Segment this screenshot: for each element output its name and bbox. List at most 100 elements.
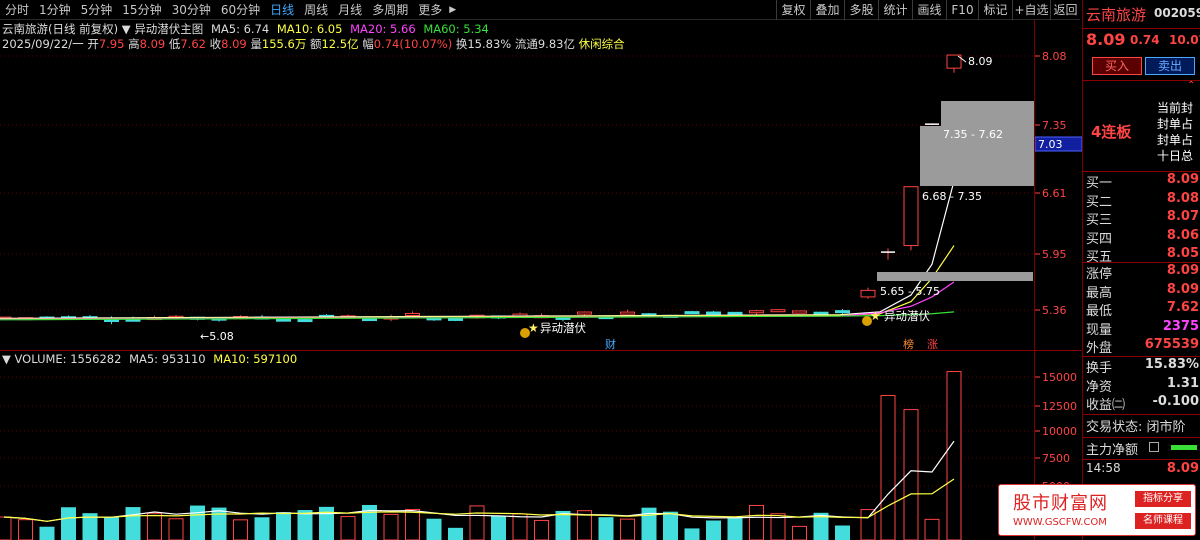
volume-chart[interactable]: 15000125001000075005000 xyxy=(0,350,1082,540)
volume-bar xyxy=(61,507,76,540)
quote-row: 最高 8.09 xyxy=(1083,282,1200,301)
min-price-label: ←5.08 xyxy=(200,330,234,343)
ma10-line xyxy=(0,245,955,320)
volume-bar xyxy=(727,518,743,540)
ma20-line xyxy=(0,281,955,320)
quote-row: 买二 8.08 xyxy=(1083,191,1200,210)
divider xyxy=(1083,459,1200,460)
candle-body xyxy=(405,312,420,316)
overlay-button[interactable]: 叠加 xyxy=(810,0,844,20)
quote-row-value: 8.09 xyxy=(1166,172,1199,187)
watermark-url: WWW.GSCFW.COM xyxy=(1013,517,1107,528)
restore-rights-button[interactable]: 复权 xyxy=(776,0,810,20)
divider xyxy=(1083,80,1200,81)
moving-average-lines xyxy=(0,180,955,321)
statistics-button[interactable]: 统计 xyxy=(878,0,912,20)
board-tag[interactable]: 榜 xyxy=(903,337,914,350)
volume-bar xyxy=(620,518,635,540)
volume-bar xyxy=(663,511,678,540)
candlesticks xyxy=(0,54,962,325)
volume-bar xyxy=(39,526,55,540)
buy-button[interactable]: 买入 xyxy=(1092,57,1142,75)
finance-tag[interactable]: 财 xyxy=(605,337,616,350)
candle-body xyxy=(362,318,377,322)
volume-tick-label: 12500 xyxy=(1042,400,1077,413)
volume-bar xyxy=(835,525,850,540)
quote-row-label: 换手 xyxy=(1086,361,1113,376)
period-tab[interactable]: 5分钟 xyxy=(76,0,118,20)
draw-line-button[interactable]: 画线 xyxy=(912,0,946,20)
period-tab[interactable]: 周线 xyxy=(299,0,333,20)
candle-body xyxy=(684,311,700,315)
price-tick-label: 8.08 xyxy=(1042,50,1067,63)
quote-row: 收益㈡ -0.100 xyxy=(1083,394,1200,413)
quote-row-label: 最高 xyxy=(1086,285,1113,301)
watermark-tag-2: 名师课程 xyxy=(1135,513,1191,529)
volume-tick-label: 10000 xyxy=(1042,425,1077,438)
more-arrow-icon[interactable]: ▶ xyxy=(447,0,458,20)
divider xyxy=(1083,414,1200,415)
quote-row-value: 8.08 xyxy=(1166,190,1199,206)
quote-row: 换手 15.83% xyxy=(1083,357,1200,376)
quote-row: 外盘 675539 xyxy=(1083,337,1200,356)
period-tab[interactable]: 更多 xyxy=(413,0,447,20)
volume-bar xyxy=(749,504,764,540)
quote-row-value: 675539 xyxy=(1144,337,1199,352)
price-box-lower xyxy=(877,272,1033,281)
quote-row-value: 8.07 xyxy=(1166,209,1199,224)
period-tab[interactable]: 1分钟 xyxy=(34,0,76,20)
quote-row-value: 8.09 xyxy=(1166,281,1199,297)
price-chart[interactable]: 7.35 - 7.62 6.68 - 7.35 5.65 - 5.75 8.09… xyxy=(0,20,1082,350)
quote-row-value: 8.06 xyxy=(1166,227,1199,243)
multi-stock-button[interactable]: 多股 xyxy=(844,0,878,20)
flow-settings-icon[interactable] xyxy=(1149,442,1159,452)
price-box-upper xyxy=(941,101,1034,126)
volume-bar xyxy=(924,518,940,540)
price-tick-label: 5.95 xyxy=(1042,248,1067,261)
volume-bar xyxy=(426,518,442,540)
back-button[interactable]: 返回 xyxy=(1050,0,1080,20)
volume-bar xyxy=(534,519,549,540)
mark-button[interactable]: 标记 xyxy=(978,0,1012,20)
collapse-icon[interactable]: ⌃ xyxy=(1187,80,1195,91)
volume-collapse-icon[interactable]: ▼ xyxy=(2,352,11,366)
candle-body xyxy=(749,310,764,314)
quote-row-value: 7.62 xyxy=(1166,300,1199,315)
quote-row: 涨停 8.09 xyxy=(1083,263,1200,282)
volume-tick-label: 7500 xyxy=(1042,452,1070,465)
volume-bar xyxy=(880,394,896,540)
candle-body xyxy=(448,317,463,321)
trade-status-row: 交易状态: 闭市阶 xyxy=(1086,420,1186,435)
quote-row: 买一 8.09 xyxy=(1083,172,1200,191)
quote-row-label: 外盘 xyxy=(1086,341,1113,356)
quote-row-label: 买三 xyxy=(1086,213,1113,228)
quote-row-label: 买一 xyxy=(1086,176,1113,191)
price-change-pct: 10.07 xyxy=(1169,33,1200,47)
signal-star-icon: ★ xyxy=(870,309,881,323)
period-tab[interactable]: 多周期 xyxy=(367,0,413,20)
sell-button[interactable]: 卖出 xyxy=(1145,57,1195,75)
period-tab[interactable]: 60分钟 xyxy=(216,0,265,20)
period-tab[interactable]: 日线 xyxy=(265,0,299,20)
candle-body xyxy=(770,309,786,313)
quote-row-label: 净资 xyxy=(1086,379,1113,395)
volume-bar xyxy=(405,508,420,540)
watermark-tag-1: 指标分享 xyxy=(1135,491,1191,507)
stock-name: 云南旅游 xyxy=(1086,6,1147,24)
period-tab[interactable]: 30分钟 xyxy=(167,0,216,20)
ma5-line xyxy=(0,180,955,320)
volume-header: ▼ VOLUME: 1556282 MA5: 953110 MA10: 5971… xyxy=(2,352,297,366)
period-tab[interactable]: 15分钟 xyxy=(117,0,166,20)
volume-bar xyxy=(233,519,248,540)
f10-button[interactable]: F10 xyxy=(946,0,978,20)
period-tab[interactable]: 分时 xyxy=(0,0,34,20)
add-watchlist-button[interactable]: +自选 xyxy=(1012,0,1050,20)
signal-star-icon: ★ xyxy=(528,321,539,335)
volume-bar xyxy=(792,525,807,540)
volume-bar xyxy=(491,515,506,540)
period-tab[interactable]: 月线 xyxy=(333,0,367,20)
period-tabs: 分时 1分钟 5分钟 15分钟 30分钟 60分钟 日线 周线 月线 多周期 更多 ▶ xyxy=(0,0,458,20)
limit-up-tag[interactable]: 涨 xyxy=(927,338,938,350)
signal-label-2: 异动潜伏 xyxy=(884,309,930,323)
volume-bar xyxy=(598,517,614,540)
